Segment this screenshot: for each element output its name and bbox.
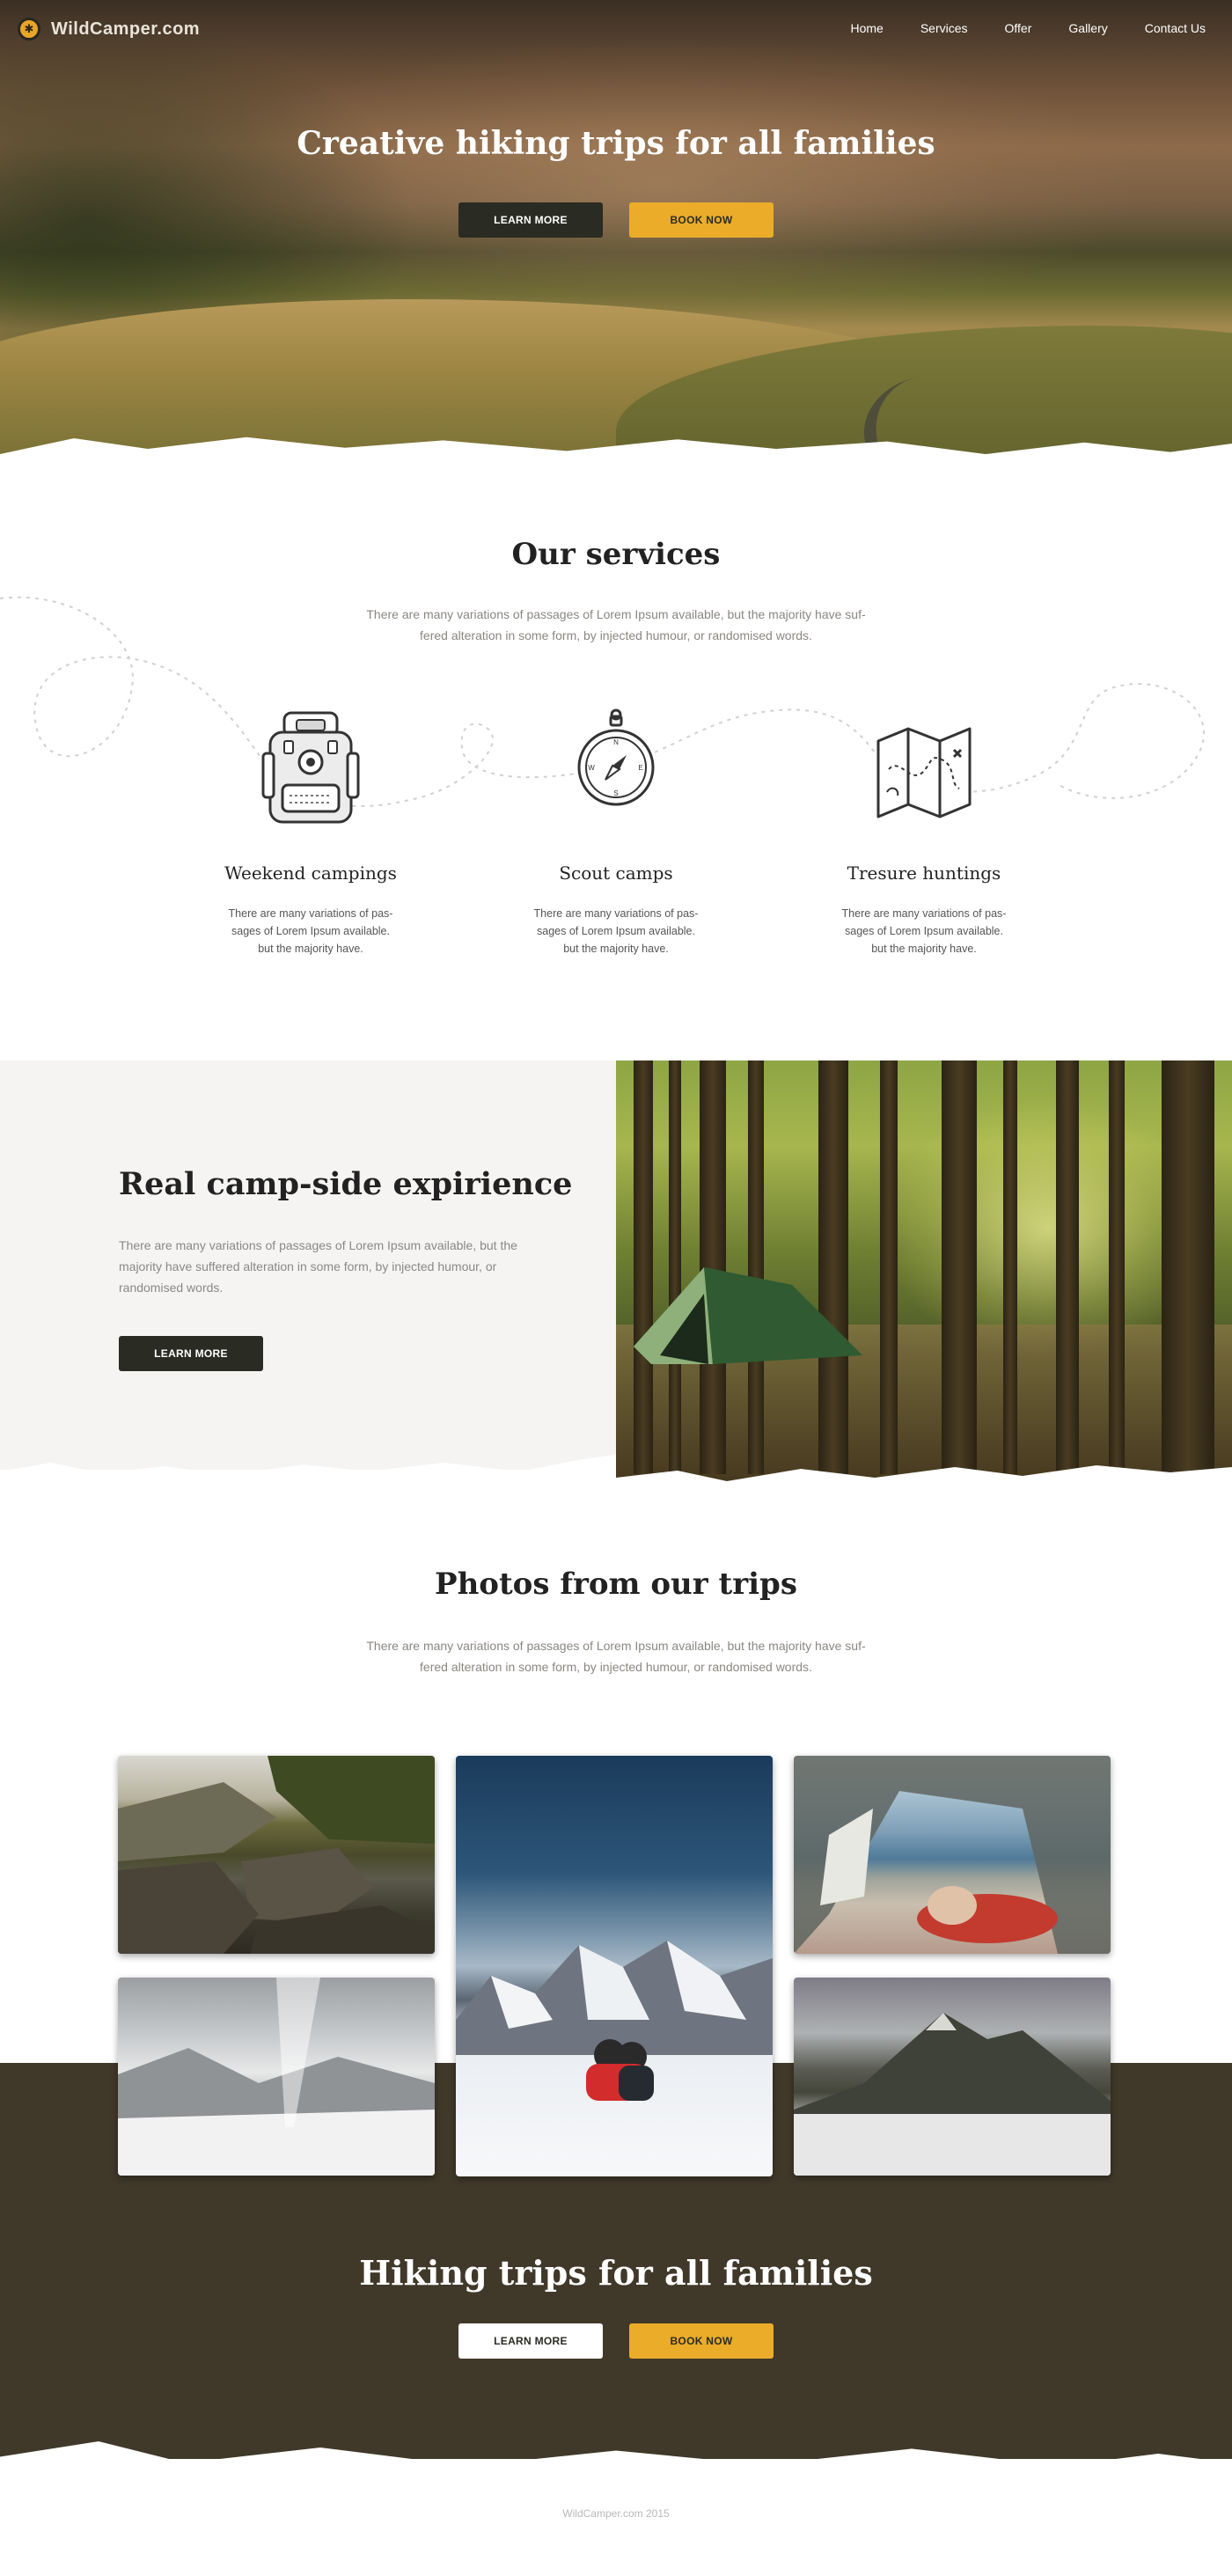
camp-title: Real camp-side expirience <box>119 1166 573 1202</box>
main-nav: Home Services Offer Gallery Contact Us <box>850 21 1206 35</box>
tree-trunk <box>942 1060 977 1474</box>
rocks-graphic <box>118 1756 435 1954</box>
hero-book-now-button[interactable]: BOOK NOW <box>629 202 774 238</box>
svg-text:W: W <box>588 764 595 772</box>
hero-buttons: LEARN MORE BOOK NOW <box>0 202 1232 238</box>
photos-description: There are many variations of passages of… <box>366 1639 866 1674</box>
backpack-icon <box>261 711 360 824</box>
bottom-title: Hiking trips for all families <box>359 2253 873 2293</box>
service-description: There are many variations of pas- sages … <box>841 907 1007 955</box>
tree-trunk <box>1056 1060 1079 1474</box>
foggy-peak-graphic <box>794 2013 1111 2176</box>
gallery-photo-river-rocks[interactable] <box>118 1756 435 1954</box>
hero-learn-more-button[interactable]: LEARN MORE <box>458 202 603 238</box>
gallery-photo-tent-view[interactable] <box>794 1756 1111 1954</box>
tree-trunk <box>1162 1060 1214 1474</box>
camp-learn-more-button[interactable]: LEARN MORE <box>119 1336 263 1371</box>
tent-view-graphic <box>794 1756 1111 1954</box>
footer-copyright: WildCamper.com 2015 <box>562 2507 670 2520</box>
gallery-photo-foggy-peak[interactable] <box>794 1978 1111 2176</box>
logo[interactable]: ✱ WildCamper.com <box>18 18 200 40</box>
gallery-photo-snowy-valley[interactable] <box>118 1978 435 2176</box>
service-title: Weekend campings <box>224 862 397 884</box>
service-description: There are many variations of pas- sages … <box>228 907 393 955</box>
services-section: Our services There are many variations o… <box>0 493 1232 986</box>
hero-title: Creative hiking trips for all families <box>297 125 935 162</box>
bottom-buttons: LEARN MORE BOOK NOW <box>0 2323 1232 2359</box>
bottom-book-now-button[interactable]: BOOK NOW <box>629 2323 774 2359</box>
service-treasure-huntings: Tresure huntings There are many variatio… <box>827 704 1021 958</box>
service-title: Scout camps <box>559 862 673 884</box>
tree-trunk <box>1003 1060 1017 1474</box>
forest-tent-photo <box>616 1060 1232 1487</box>
paw-icon: ✱ <box>18 18 40 40</box>
tree-trunk <box>1109 1060 1125 1474</box>
service-description: There are many variations of pas- sages … <box>533 907 699 955</box>
photos-title: Photos from our trips <box>435 1567 797 1602</box>
camp-section: Real camp-side expirience There are many… <box>0 1060 1232 1487</box>
map-icon <box>876 727 972 818</box>
nav-services[interactable]: Services <box>920 21 968 35</box>
gallery-photo-snow-mountains[interactable] <box>456 1756 773 2176</box>
camp-text-panel: Real camp-side expirience There are many… <box>0 1060 616 1470</box>
services-description: There are many variations of passages of… <box>366 607 866 642</box>
compass-icon: N S W E <box>577 708 655 806</box>
logo-text: WildCamper.com <box>51 18 201 39</box>
services-title: Our services <box>511 537 721 572</box>
nav-home[interactable]: Home <box>850 21 883 35</box>
bottom-learn-more-button[interactable]: LEARN MORE <box>458 2323 603 2359</box>
service-title: Tresure huntings <box>847 862 1001 884</box>
service-weekend-campings: Weekend campings There are many variatio… <box>214 704 407 958</box>
nav-contact[interactable]: Contact Us <box>1145 21 1206 35</box>
nav-gallery[interactable]: Gallery <box>1068 21 1107 35</box>
snow-mountains-graphic <box>456 1941 773 2101</box>
camp-description: There are many variations of passages of… <box>119 1238 517 1295</box>
svg-text:N: N <box>613 738 619 746</box>
svg-text:E: E <box>638 764 642 772</box>
tent-graphic <box>634 1267 862 1364</box>
service-scout-camps: N S W E Scout camps There are many varia… <box>519 704 713 958</box>
snowy-valley-graphic <box>118 1978 435 2176</box>
nav-offer[interactable]: Offer <box>1005 21 1032 35</box>
svg-text:S: S <box>613 789 618 797</box>
hero-section: ✱ WildCamper.com Home Services Offer Gal… <box>0 0 1232 458</box>
